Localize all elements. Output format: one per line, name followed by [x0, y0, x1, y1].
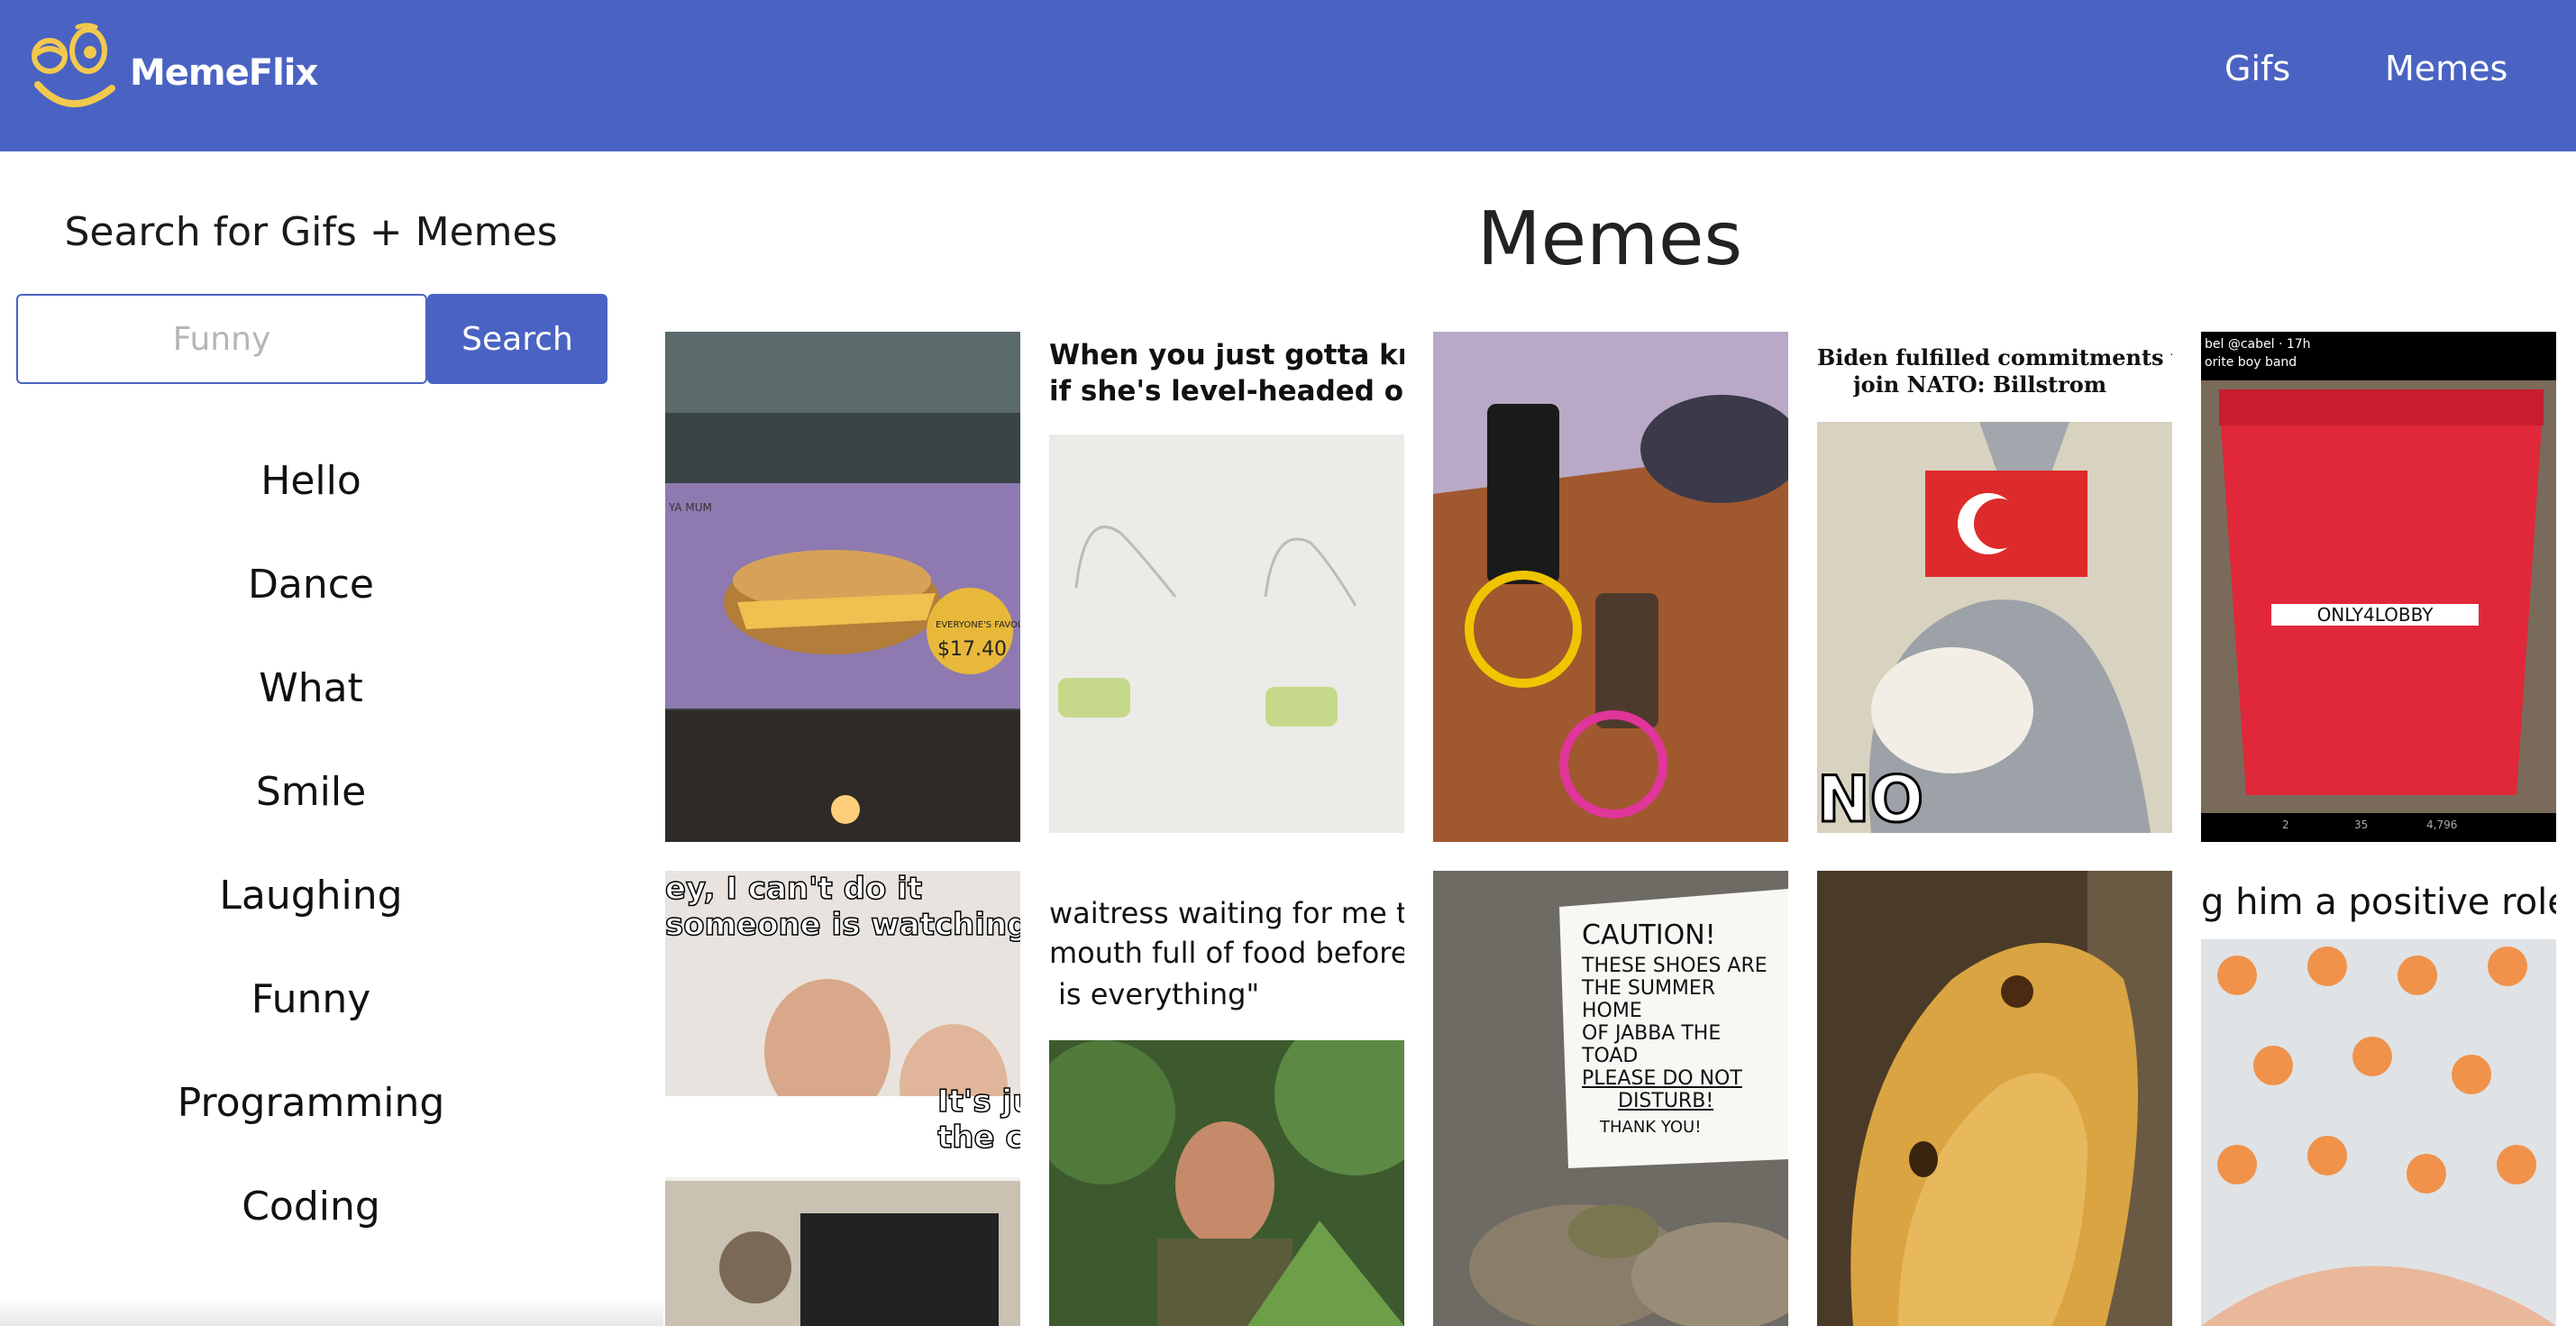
brand-name[interactable]: MemeFlix [130, 52, 318, 94]
bucket-label: ONLY4LOBBY [2271, 604, 2479, 626]
sign-line-2: THESE SHOES ARE [1582, 955, 1768, 977]
sign-line-3: THE SUMMER HOME [1582, 977, 1716, 1022]
earrings-caption-line-2: if she's level-headed or not: [1049, 375, 1404, 407]
top-navbar: MemeFlix Gifs Memes [0, 0, 2576, 151]
sign-line-caution: CAUTION! [1582, 919, 1716, 951]
meme-tile-bucket[interactable]: bel @cabel · 17h orite boy band ONLY4LOB… [2201, 332, 2556, 842]
sign-line-7: THANK YOU! [1600, 1118, 1702, 1137]
page-title: Memes [1476, 197, 1743, 282]
burger-price-label: EVERYONE'S FAVOURITE [936, 620, 1020, 630]
meme-tile-earrings[interactable]: When you just gotta know if she's level-… [1049, 332, 1404, 833]
meme-tile-waitress[interactable]: waitress waiting for me to c mouth full … [1049, 871, 1404, 1326]
nav-link-memes[interactable]: Memes [2385, 49, 2507, 88]
couple-caption-side-1: It's ju [937, 1084, 1020, 1120]
meme-tile-lego[interactable] [1433, 332, 1788, 842]
waitress-caption-line-1: waitress waiting for me to c [1049, 896, 1404, 930]
meme-tile-burger[interactable]: YA MUM EVERYONE'S FAVOURITE $17.40 [665, 332, 1020, 842]
nav-link-gifs[interactable]: Gifs [2224, 49, 2290, 88]
burger-image [665, 332, 1020, 842]
jungle-soldier-image [1049, 1040, 1404, 1326]
bearded-dragon-image [1817, 871, 2172, 1326]
couple-caption-line-1: ey, I can't do it [665, 871, 923, 907]
meme-tile-bugs-bunny[interactable]: Biden fulfilled commitments with Türkiye… [1817, 332, 2172, 833]
search-button[interactable]: Search [427, 294, 607, 384]
charmander-image [2201, 939, 2556, 1326]
waitress-caption-line-3: is everything" [1058, 977, 1260, 1011]
smiley-logo-icon[interactable] [25, 22, 124, 121]
sign-line-6: DISTURB! [1618, 1090, 1714, 1112]
tag-what[interactable]: What [0, 665, 622, 769]
sign-line-4: OF JABBA THE TOAD [1582, 1022, 1722, 1067]
tag-coding[interactable]: Coding [0, 1184, 622, 1287]
sidebar-title: Search for Gifs + Memes [64, 209, 558, 255]
search-input[interactable] [16, 294, 427, 384]
earrings-caption-line-1: When you just gotta know [1049, 339, 1404, 371]
tag-programming[interactable]: Programming [0, 1080, 622, 1184]
tag-dance[interactable]: Dance [0, 562, 622, 665]
caution-sign-text: CAUTION! THESE SHOES ARE THE SUMMER HOME… [1582, 919, 1780, 1137]
tag-smile[interactable]: Smile [0, 769, 622, 873]
meme-tile-charmander[interactable]: g him a positive role mo [2201, 871, 2556, 1326]
bugs-caption-line-1: Biden fulfilled commitments with Türkiye [1817, 344, 2172, 370]
bottom-shadow [0, 1298, 663, 1326]
bucket-tweet-text: orite boy band [2205, 355, 2297, 370]
earrings-image [1049, 434, 1404, 833]
tag-hello[interactable]: Hello [0, 458, 622, 562]
bucket-tweet-handle: bel @cabel · 17h [2205, 337, 2311, 352]
meme-tile-couple[interactable]: ey, I can't do it someone is watching It… [665, 871, 1020, 1326]
meme-tile-jabba-toad[interactable]: CAUTION! THESE SHOES ARE THE SUMMER HOME… [1433, 871, 1788, 1326]
tag-funny[interactable]: Funny [0, 976, 622, 1080]
tweet-view-count: 4,796 [2426, 818, 2458, 831]
lego-image [1433, 332, 1788, 842]
charmander-caption: g him a positive role mo [2201, 882, 2556, 923]
couple-caption-line-2: someone is watching [665, 907, 1020, 943]
burger-price: $17.40 [937, 638, 1007, 661]
tag-list: Hello Dance What Smile Laughing Funny Pr… [0, 458, 622, 1287]
bucket-image [2201, 380, 2556, 813]
bugs-no-text: NO [1817, 763, 1925, 833]
sign-line-5: PLEASE DO NOT [1582, 1067, 1742, 1090]
tag-laughing[interactable]: Laughing [0, 873, 622, 976]
meme-tile-bearded-dragon[interactable] [1817, 871, 2172, 1326]
bugs-caption-line-2: join NATO: Billstrom [1853, 371, 2107, 398]
waitress-caption-line-2: mouth full of food before as [1049, 936, 1404, 970]
burger-sign-text: YA MUM [669, 501, 712, 514]
couple-caption-side-2: the ca [937, 1120, 1020, 1156]
